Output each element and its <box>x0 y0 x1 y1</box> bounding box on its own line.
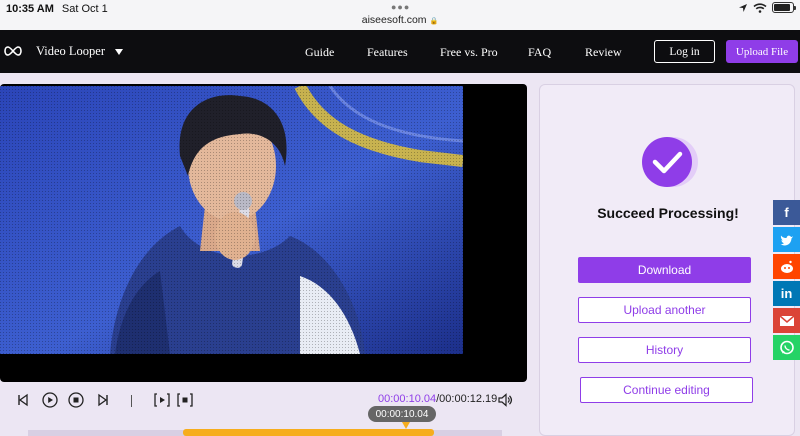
url-text: aiseesoft.com <box>361 14 427 26</box>
battery-icon <box>772 2 796 13</box>
play-icon[interactable] <box>42 392 58 408</box>
wifi-icon <box>753 2 767 13</box>
brand-name: Video Looper <box>36 44 106 58</box>
next-frame-icon[interactable] <box>96 393 110 407</box>
success-title: Succeed Processing! <box>597 205 739 221</box>
twitter-share-icon[interactable] <box>773 227 800 252</box>
playhead-marker[interactable] <box>402 422 410 429</box>
lock-icon: 🔒 <box>429 18 439 25</box>
loop-range-selection[interactable] <box>183 429 434 436</box>
playhead-time-tooltip: 00:00:10.04 <box>368 406 436 422</box>
nav-review[interactable]: Review <box>585 45 622 60</box>
stop-icon[interactable] <box>68 392 84 408</box>
time-display: 00:00:10.04/00:00:12.19 <box>378 393 497 405</box>
volume-icon[interactable] <box>497 392 513 408</box>
reddit-share-icon[interactable] <box>773 254 800 279</box>
result-panel: Succeed Processing! Download Upload anot… <box>539 84 795 436</box>
nav-features[interactable]: Features <box>367 45 408 60</box>
download-button[interactable]: Download <box>578 257 751 283</box>
more-dots-icon[interactable]: ●●● <box>391 2 410 12</box>
nav-free-vs-pro[interactable]: Free vs. Pro <box>440 45 498 60</box>
whatsapp-share-icon[interactable] <box>773 335 800 360</box>
facebook-share-icon[interactable]: f <box>773 200 800 225</box>
linkedin-share-icon[interactable]: in <box>773 281 800 306</box>
caret-down-icon <box>115 48 124 55</box>
login-button[interactable]: Log in <box>654 40 715 63</box>
nav-faq[interactable]: FAQ <box>528 45 551 60</box>
playback-controls: 00:00:10.04/00:00:12.19 00:00:10.04 <box>0 382 527 436</box>
gmail-share-icon[interactable] <box>773 308 800 333</box>
status-bar: 10:35 AM Sat Oct 1 ●●● aiseesoft.com 🔒 <box>0 0 800 30</box>
upload-another-button[interactable]: Upload another <box>578 297 751 323</box>
video-frame-image <box>0 86 463 354</box>
continue-editing-button[interactable]: Continue editing <box>580 377 753 403</box>
address-bar[interactable]: aiseesoft.com 🔒 <box>0 14 800 26</box>
infinity-logo-icon[interactable] <box>3 44 23 58</box>
total-time: /00:00:12.19 <box>436 393 498 405</box>
video-preview[interactable] <box>0 84 527 382</box>
location-icon <box>739 3 747 12</box>
current-time: 00:00:10.04 <box>378 393 437 405</box>
previous-frame-icon[interactable] <box>16 393 30 407</box>
controls-divider <box>131 395 132 407</box>
success-check-icon <box>642 137 698 187</box>
upload-file-button[interactable]: Upload File <box>726 40 798 63</box>
set-end-icon[interactable] <box>176 392 194 408</box>
site-header: Video Looper Guide Features Free vs. Pro… <box>0 30 800 73</box>
tool-selector[interactable]: Video Looper <box>36 44 124 59</box>
history-button[interactable]: History <box>578 337 751 363</box>
set-start-icon[interactable] <box>153 392 171 408</box>
nav-guide[interactable]: Guide <box>305 45 334 60</box>
